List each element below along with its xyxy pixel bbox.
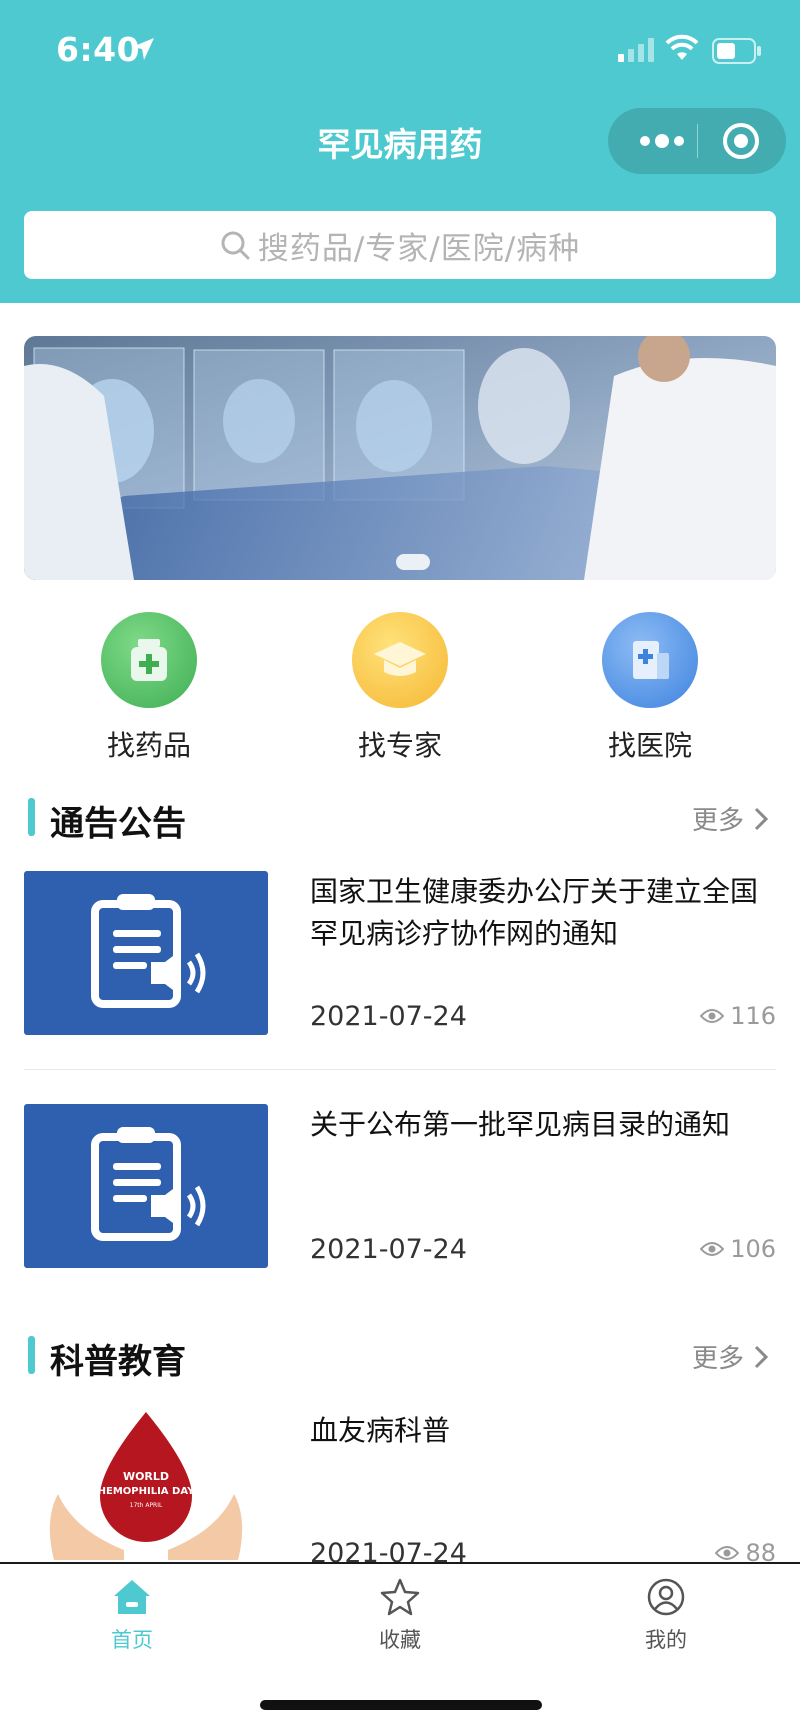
education-header: 科普教育 更多: [28, 1334, 776, 1382]
hospital-icon: [602, 612, 698, 708]
quick-entry-label: 找专家: [357, 729, 442, 762]
carousel-indicator: [396, 554, 430, 570]
list-item[interactable]: 关于公布第一批罕见病目录的通知 2021-07-24 106: [24, 1104, 776, 1268]
item-title: 血友病科普: [310, 1414, 451, 1447]
view-count: 88: [715, 1539, 776, 1562]
view-count: 106: [700, 1235, 776, 1263]
home-icon: [114, 1580, 150, 1614]
tab-label: 我的: [645, 1628, 687, 1652]
item-date: 2021-07-24: [310, 1234, 467, 1265]
eye-icon: [715, 1546, 740, 1560]
view-count-value: 88: [745, 1539, 776, 1562]
item-date: 2021-07-24: [310, 1001, 467, 1032]
view-count-value: 116: [730, 1002, 776, 1030]
status-bar: 6:40: [0, 0, 800, 100]
graduation-cap-icon: [352, 612, 448, 708]
cellular-signal-icon: [618, 38, 654, 62]
header: 6:40 罕见病用药 搜药品/专家/医院/病种: [0, 0, 800, 303]
clipboard-speaker-icon: [91, 894, 206, 1008]
item-title: 国家卫生健康委办公厅关于建立全国罕见病诊疗协作网的通知: [310, 875, 759, 950]
quick-entry-label: 找药品: [106, 729, 191, 762]
image-text-line: WORLD: [123, 1470, 169, 1483]
search-input[interactable]: 搜药品/专家/医院/病种: [24, 211, 776, 279]
star-icon: [380, 1578, 420, 1616]
quick-entry-label: 找医院: [607, 729, 692, 762]
quick-entry-find-expert[interactable]: 找专家: [325, 612, 475, 764]
tab-label: 首页: [111, 1628, 153, 1652]
capsule-divider: [697, 124, 698, 158]
announcements-header: 通告公告 更多: [28, 796, 776, 844]
eye-icon: [700, 1242, 725, 1256]
wifi-icon: [665, 34, 699, 60]
more-label: 更多: [691, 1344, 744, 1374]
quick-entry-find-hospital[interactable]: 找医院: [575, 612, 725, 764]
section-title: 通告公告: [50, 804, 186, 844]
eye-icon: [700, 1009, 725, 1023]
search-icon: [221, 231, 250, 260]
hemophilia-day-image: WORLD HEMOPHILIA DAY 17th APRIL: [24, 1410, 268, 1560]
search-placeholder: 搜药品/专家/医院/病种: [257, 230, 581, 267]
education-more-link[interactable]: 更多: [692, 1338, 768, 1375]
banner-image: [24, 336, 776, 580]
item-title: 关于公布第一批罕见病目录的通知: [310, 1108, 731, 1141]
item-date: 2021-07-24: [310, 1538, 467, 1562]
list-item[interactable]: 国家卫生健康委办公厅关于建立全国罕见病诊疗协作网的通知 2021-07-24 1…: [24, 871, 776, 1035]
list-item[interactable]: WORLD HEMOPHILIA DAY 17th APRIL 血友病科普 20…: [24, 1410, 776, 1562]
list-divider: [24, 1069, 776, 1070]
location-arrow-icon: [132, 38, 154, 60]
medicine-icon: [101, 612, 197, 708]
quick-entry-find-medicine[interactable]: 找药品: [74, 612, 224, 764]
section-accent-bar: [28, 798, 35, 836]
chevron-right-icon: [754, 807, 768, 830]
image-text-line: 17th APRIL: [130, 1502, 163, 1509]
more-label: 更多: [691, 806, 744, 836]
tab-favorites[interactable]: 收藏: [330, 1578, 470, 1654]
close-target-icon[interactable]: [722, 122, 760, 160]
banner-carousel[interactable]: [24, 336, 776, 580]
notice-thumbnail: [24, 1104, 268, 1268]
battery-icon: [712, 38, 761, 64]
chevron-right-icon: [754, 1345, 768, 1368]
view-count-value: 106: [730, 1235, 776, 1263]
tab-home[interactable]: 首页: [62, 1578, 202, 1654]
section-accent-bar: [28, 1336, 35, 1374]
image-text-line: HEMOPHILIA DAY: [98, 1486, 195, 1497]
clipboard-speaker-icon: [91, 1127, 206, 1241]
tab-label: 收藏: [379, 1628, 421, 1652]
mini-program-capsule: [608, 108, 786, 174]
tab-mine[interactable]: 我的: [596, 1578, 736, 1654]
more-dots-icon[interactable]: [634, 126, 690, 156]
status-time: 6:40: [56, 30, 141, 69]
notice-thumbnail: [24, 871, 268, 1035]
home-indicator: [260, 1700, 542, 1710]
user-icon: [647, 1578, 685, 1616]
section-title: 科普教育: [50, 1342, 186, 1382]
announcements-more-link[interactable]: 更多: [692, 800, 768, 837]
view-count: 116: [700, 1002, 776, 1030]
